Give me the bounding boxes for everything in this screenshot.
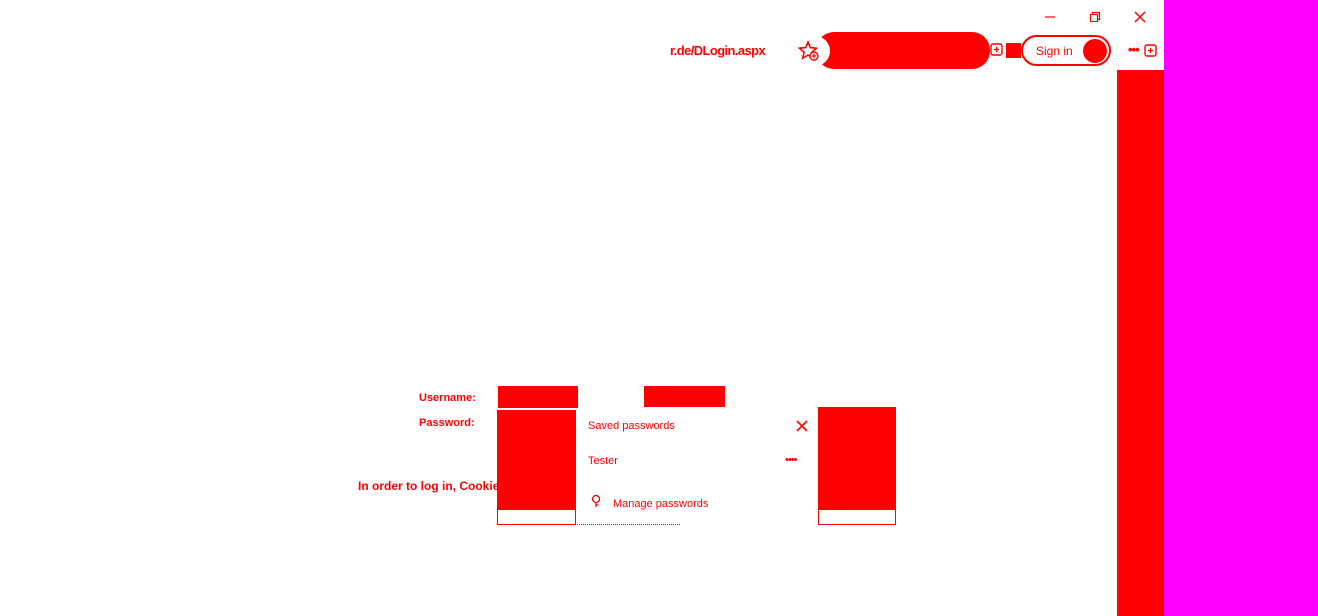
divider	[516, 524, 680, 525]
login-button-edge	[644, 386, 648, 407]
restore-icon	[1089, 11, 1101, 23]
side-panel	[1117, 70, 1164, 616]
username-label: Username:	[419, 392, 476, 404]
text-cursor	[574, 387, 578, 407]
collections-icon[interactable]	[988, 41, 1006, 59]
address-bar-url[interactable]: r.de/DLogin.aspx	[670, 43, 766, 58]
key-icon	[591, 494, 601, 507]
close-icon	[1134, 11, 1146, 23]
maximize-button[interactable]	[1080, 6, 1110, 28]
password-panel-right-block	[818, 407, 896, 510]
saved-credential-password: ••••	[785, 454, 797, 466]
cookie-info-text: In order to log in, Cookies	[358, 479, 507, 493]
extension-icon[interactable]	[1006, 43, 1021, 58]
toolbar-highlight	[816, 32, 990, 69]
saved-credential-username[interactable]: Tester	[588, 455, 618, 467]
login-button[interactable]	[644, 386, 725, 407]
minimize-button[interactable]	[1035, 6, 1065, 28]
star-icon[interactable]	[798, 40, 820, 62]
more-options-icon[interactable]: •••	[1128, 42, 1140, 57]
manage-passwords-link[interactable]: Manage passwords	[613, 498, 708, 510]
avatar[interactable]	[1083, 39, 1107, 63]
close-window-button[interactable]	[1125, 6, 1155, 28]
password-panel-left-block	[497, 410, 576, 510]
browser-window: r.de/DLogin.aspx Sign in ••• Username: P…	[0, 0, 1318, 616]
minimize-icon	[1045, 16, 1055, 18]
sign-in-label: Sign in	[1036, 44, 1073, 58]
password-label: Password:	[419, 417, 475, 429]
saved-passwords-title: Saved passwords	[588, 420, 675, 432]
outside-area	[1164, 0, 1318, 616]
sidebar-copilot-icon[interactable]	[1141, 41, 1159, 59]
close-icon[interactable]	[795, 419, 809, 433]
username-field[interactable]	[498, 386, 578, 408]
